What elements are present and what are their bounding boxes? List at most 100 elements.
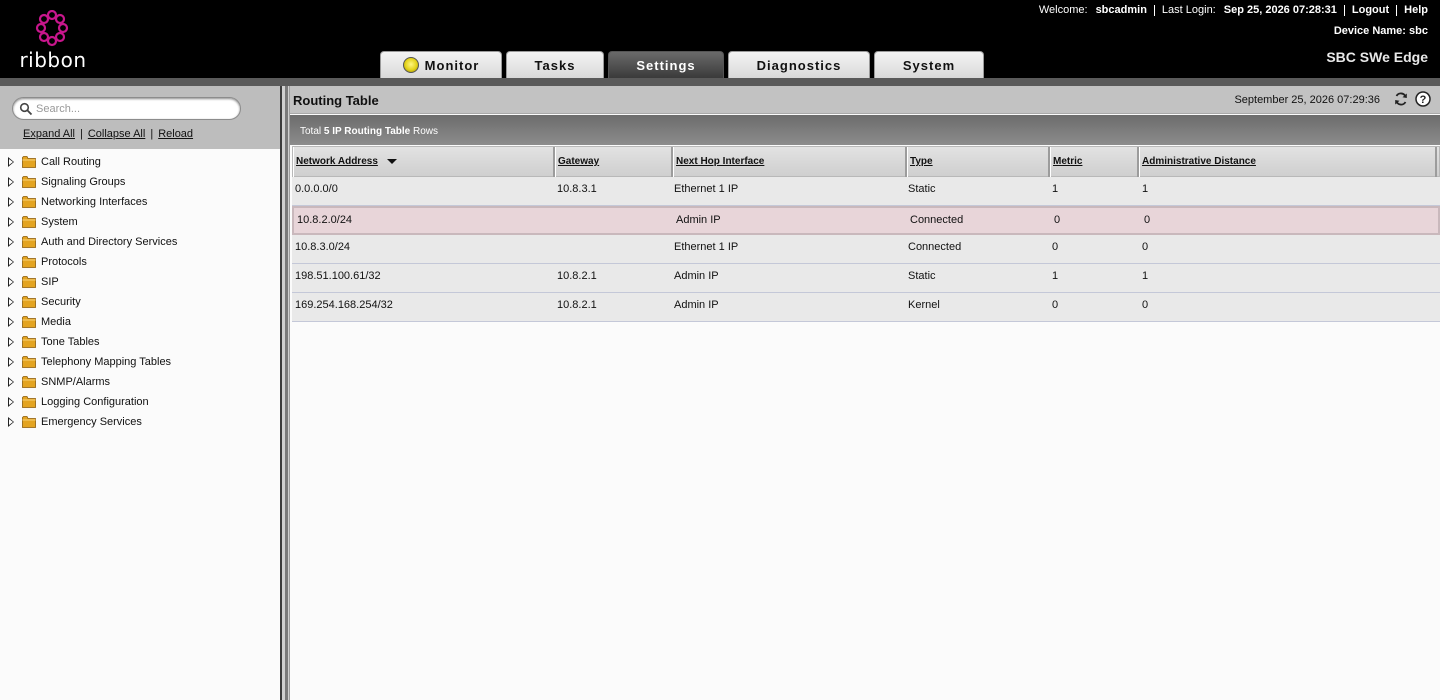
product-name: SBC SWe Edge bbox=[1326, 49, 1428, 65]
tree-item-telephony-mapping-tables[interactable]: Telephony Mapping Tables bbox=[0, 352, 280, 372]
tree-item-system[interactable]: System bbox=[0, 212, 280, 232]
tree-actions: Expand All | Collapse All | Reload bbox=[23, 128, 193, 140]
column-gateway[interactable]: Gateway bbox=[555, 147, 673, 177]
tree-item-label: Call Routing bbox=[41, 156, 101, 168]
tree-item-emergency-services[interactable]: Emergency Services bbox=[0, 412, 280, 432]
column-network-address[interactable]: Network Address bbox=[293, 147, 555, 177]
table-cell: Ethernet 1 IP bbox=[674, 183, 739, 195]
page-header: Routing Table September 25, 2026 07:29:3… bbox=[290, 86, 1440, 114]
refresh-icon[interactable] bbox=[1393, 91, 1409, 107]
device-name: Device Name: sbc bbox=[1334, 25, 1428, 37]
reload-link[interactable]: Reload bbox=[158, 128, 193, 140]
table-header: Network Address Gateway Next Hop Interfa… bbox=[292, 146, 1440, 177]
triangle-right-icon[interactable] bbox=[8, 377, 14, 387]
triangle-right-icon[interactable] bbox=[8, 417, 14, 427]
table-row[interactable]: 198.51.100.61/32 10.8.2.1 Admin IP Static 1 1 bbox=[292, 264, 1440, 293]
search-input[interactable] bbox=[36, 100, 236, 117]
tab-tasks[interactable]: Tasks bbox=[506, 51, 604, 78]
triangle-right-icon[interactable] bbox=[8, 397, 14, 407]
table-row[interactable]: 0.0.0.0/0 10.8.3.1 Ethernet 1 IP Static 1 1 bbox=[292, 177, 1440, 206]
tab-settings[interactable]: Settings bbox=[608, 51, 724, 78]
table-row[interactable]: 10.8.3.0/24 Ethernet 1 IP Connected 0 0 bbox=[292, 235, 1440, 264]
expand-all-link[interactable]: Expand All bbox=[23, 128, 75, 140]
triangle-right-icon[interactable] bbox=[8, 297, 14, 307]
table-cell: 10.8.2.1 bbox=[557, 299, 597, 311]
panel-splitter[interactable] bbox=[280, 86, 290, 700]
table-row[interactable]: 169.254.168.254/32 10.8.2.1 Admin IP Kernel… bbox=[292, 293, 1440, 322]
summary-bar: Total 5 IP Routing Table Rows bbox=[290, 115, 1440, 145]
app-header: ribbon Welcome: sbcadmin Last Login: Sep… bbox=[0, 0, 1440, 78]
table-cell: 1 bbox=[1052, 270, 1059, 282]
table-cell: 0.0.0.0/0 bbox=[295, 183, 338, 195]
triangle-right-icon[interactable] bbox=[8, 237, 14, 247]
column-administrative-distance[interactable]: Administrative Distance bbox=[1139, 147, 1437, 177]
table-cell: Admin IP bbox=[676, 214, 721, 226]
folder-icon bbox=[22, 176, 36, 188]
tree-item-logging-configuration[interactable]: Logging Configuration bbox=[0, 392, 280, 412]
column-next-hop-interface[interactable]: Next Hop Interface bbox=[673, 147, 907, 177]
column-label: Network Address bbox=[296, 156, 378, 167]
main-tabs: Monitor Tasks Settings Diagnostics Syste… bbox=[380, 51, 988, 78]
sort-descending-icon bbox=[387, 159, 397, 164]
table-cell: 10.8.3.1 bbox=[557, 183, 597, 195]
column-type[interactable]: Type bbox=[907, 147, 1050, 177]
collapse-all-link[interactable]: Collapse All bbox=[88, 128, 145, 140]
help-icon[interactable]: ? bbox=[1415, 91, 1431, 107]
tab-system[interactable]: System bbox=[874, 51, 984, 78]
triangle-right-icon[interactable] bbox=[8, 157, 14, 167]
page-title: Routing Table bbox=[293, 93, 379, 108]
tree-item-networking-interfaces[interactable]: Networking Interfaces bbox=[0, 192, 280, 212]
tab-diagnostics[interactable]: Diagnostics bbox=[728, 51, 870, 78]
logo-text: ribbon bbox=[19, 48, 87, 72]
table-cell: 0 bbox=[1052, 299, 1059, 311]
triangle-right-icon[interactable] bbox=[8, 317, 14, 327]
table-cell: 0 bbox=[1144, 214, 1151, 226]
search-icon bbox=[19, 102, 33, 116]
table-cell: 0 bbox=[1142, 241, 1149, 253]
tree-item-label: Networking Interfaces bbox=[41, 196, 148, 208]
summary-count: 5 IP Routing Table bbox=[323, 126, 411, 137]
device-name-label: Device Name: bbox=[1333, 25, 1406, 37]
table-cell: 198.51.100.61/32 bbox=[295, 270, 381, 282]
tree-item-label: SIP bbox=[41, 276, 59, 288]
triangle-right-icon[interactable] bbox=[8, 177, 14, 187]
tree-item-security[interactable]: Security bbox=[0, 292, 280, 312]
tree-item-auth-and-directory-services[interactable]: Auth and Directory Services bbox=[0, 232, 280, 252]
tree-item-media[interactable]: Media bbox=[0, 312, 280, 332]
table-cell: 10.8.2.0/24 bbox=[297, 214, 353, 226]
last-login-value: Sep 25, 2026 07:28:31 bbox=[1223, 4, 1337, 16]
divider: | bbox=[79, 128, 83, 140]
table-cell: 10.8.3.0/24 bbox=[295, 241, 351, 253]
navigation-tree: Call Routing Signaling Groups Networking I… bbox=[0, 152, 280, 432]
tab-label: Monitor bbox=[424, 57, 480, 73]
folder-icon bbox=[22, 416, 36, 428]
triangle-right-icon[interactable] bbox=[8, 277, 14, 287]
tree-item-signaling-groups[interactable]: Signaling Groups bbox=[0, 172, 280, 192]
tree-item-call-routing[interactable]: Call Routing bbox=[0, 152, 280, 172]
table-cell: Kernel bbox=[908, 299, 940, 311]
help-link[interactable]: Help bbox=[1404, 4, 1428, 16]
ribbon-logo-icon bbox=[35, 10, 69, 47]
tree-item-tone-tables[interactable]: Tone Tables bbox=[0, 332, 280, 352]
tree-item-label: Security bbox=[41, 296, 81, 308]
last-login-label: Last Login: bbox=[1161, 4, 1216, 16]
divider bbox=[1343, 4, 1345, 16]
triangle-right-icon[interactable] bbox=[8, 197, 14, 207]
ribbon-logo: ribbon bbox=[18, 10, 88, 72]
triangle-right-icon[interactable] bbox=[8, 257, 14, 267]
triangle-right-icon[interactable] bbox=[8, 337, 14, 347]
table-row[interactable]: 10.8.2.0/24 Admin IP Connected 0 0 bbox=[292, 206, 1440, 235]
triangle-right-icon[interactable] bbox=[8, 217, 14, 227]
username: sbcadmin bbox=[1095, 4, 1147, 16]
folder-icon bbox=[22, 356, 36, 368]
folder-icon bbox=[22, 376, 36, 388]
tree-item-protocols[interactable]: Protocols bbox=[0, 252, 280, 272]
tree-item-snmp-alarms[interactable]: SNMP/Alarms bbox=[0, 372, 280, 392]
triangle-right-icon[interactable] bbox=[8, 357, 14, 367]
search-box bbox=[12, 97, 241, 120]
logout-link[interactable]: Logout bbox=[1352, 4, 1389, 16]
tab-monitor[interactable]: Monitor bbox=[380, 51, 502, 78]
user-bar: Welcome: sbcadmin Last Login: Sep 25, 20… bbox=[1039, 4, 1428, 16]
column-metric[interactable]: Metric bbox=[1050, 147, 1139, 177]
tree-item-sip[interactable]: SIP bbox=[0, 272, 280, 292]
